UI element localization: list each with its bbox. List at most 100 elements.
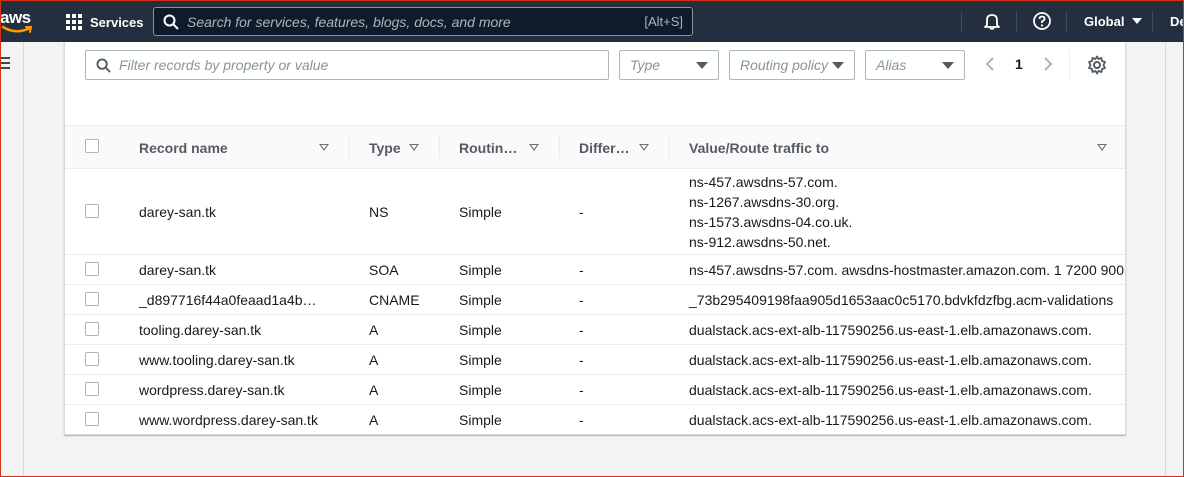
- row-checkbox[interactable]: [85, 352, 99, 366]
- differentiator-cell: -: [579, 204, 584, 220]
- routing-policy-cell: Simple: [459, 292, 502, 308]
- left-rail-divider: [23, 42, 24, 477]
- value-cell: ns-457.awsdns-57.com. awsdns-hostmaster.…: [689, 262, 1125, 278]
- nav-divider: [961, 12, 962, 32]
- routing-policy-filter-select[interactable]: Routing policy: [729, 50, 855, 80]
- search-icon: [163, 14, 179, 30]
- value-cell: ns-457.awsdns-57.com. ns-1267.awsdns-30.…: [689, 172, 852, 252]
- value-cell: dualstack.acs-ext-alb-117590256.us-east-…: [689, 322, 1092, 338]
- nav-divider: [1016, 12, 1017, 32]
- record-name-cell: darey-san.tk: [139, 262, 217, 278]
- sort-icon[interactable]: [639, 144, 649, 151]
- column-divider: [559, 136, 560, 159]
- services-label: Services: [90, 14, 144, 30]
- column-header-type[interactable]: Type: [369, 126, 401, 169]
- table-row[interactable]: _d897716f44a0feaad1a4b… CNAME Simple - _…: [65, 285, 1125, 315]
- sort-icon[interactable]: [529, 144, 539, 151]
- differentiator-cell: -: [579, 322, 584, 338]
- table-row[interactable]: darey-san.tk SOA Simple - ns-457.awsdns-…: [65, 255, 1125, 285]
- help-icon[interactable]: [1032, 11, 1052, 31]
- column-label: Routin…: [459, 139, 518, 156]
- pagination-divider: [1069, 50, 1070, 80]
- right-rail-divider: [1165, 42, 1166, 477]
- value-cell: dualstack.acs-ext-alb-117590256.us-east-…: [689, 352, 1092, 368]
- bell-icon[interactable]: [982, 11, 1002, 31]
- column-header-value[interactable]: Value/Route traffic to: [689, 126, 829, 169]
- table-row[interactable]: wordpress.darey-san.tk A Simple - dualst…: [65, 375, 1125, 405]
- type-filter-select[interactable]: Type: [619, 50, 719, 80]
- value-cell: dualstack.acs-ext-alb-117590256.us-east-…: [689, 382, 1092, 398]
- records-table-header: Record name Type Routin… Differ… Value/R…: [65, 125, 1125, 169]
- caret-down-icon: [832, 61, 844, 69]
- column-header-record-name[interactable]: Record name: [139, 126, 228, 169]
- row-checkbox[interactable]: [85, 292, 99, 306]
- table-row[interactable]: darey-san.tk NS Simple - ns-457.awsdns-5…: [65, 169, 1125, 255]
- column-header-differentiator[interactable]: Differ…: [579, 126, 630, 169]
- row-checkbox[interactable]: [85, 204, 99, 218]
- record-type-cell: NS: [369, 204, 389, 220]
- alias-filter-select[interactable]: Alias: [865, 50, 965, 80]
- routing-filter-placeholder: Routing policy: [740, 57, 828, 73]
- row-checkbox[interactable]: [85, 322, 99, 336]
- value-cell: dualstack.acs-ext-alb-117590256.us-east-…: [689, 412, 1092, 428]
- grid-icon: [66, 14, 82, 30]
- differentiator-cell: -: [579, 382, 584, 398]
- nav-divider: [1152, 12, 1153, 32]
- record-type-cell: CNAME: [369, 292, 420, 308]
- caret-down-icon: [942, 61, 954, 69]
- record-type-cell: A: [369, 352, 379, 368]
- record-type-cell: A: [369, 412, 379, 428]
- value-cell: _73b295409198faa905d1653aac0c5170.bdvkfd…: [689, 292, 1114, 308]
- search-icon: [96, 57, 111, 73]
- sort-icon[interactable]: [1097, 144, 1107, 151]
- value-line: ns-912.awsdns-50.net.: [689, 234, 831, 250]
- record-type-cell: A: [369, 322, 379, 338]
- record-name-cell: tooling.darey-san.tk: [139, 322, 262, 338]
- caret-down-icon: [1132, 18, 1143, 24]
- column-divider: [439, 136, 440, 159]
- select-all-checkbox[interactable]: [85, 139, 99, 153]
- sort-icon[interactable]: [409, 144, 419, 151]
- value-line: ns-457.awsdns-57.com.: [689, 174, 838, 190]
- table-row[interactable]: www.tooling.darey-san.tk A Simple - dual…: [65, 345, 1125, 375]
- pagination: 1: [985, 56, 1053, 72]
- record-name-cell: www.tooling.darey-san.tk: [139, 352, 295, 368]
- aws-logo[interactable]: aws: [0, 6, 36, 36]
- chevron-left-icon[interactable]: [985, 56, 995, 72]
- record-name-cell: darey-san.tk: [139, 204, 217, 220]
- caret-down-icon: [696, 61, 708, 69]
- column-divider: [349, 136, 350, 159]
- filter-records-input[interactable]: Filter records by property or value: [85, 50, 609, 80]
- routing-policy-cell: Simple: [459, 204, 502, 220]
- gear-icon[interactable]: [1087, 55, 1107, 75]
- sort-icon[interactable]: [319, 144, 329, 151]
- record-type-cell: A: [369, 382, 379, 398]
- chevron-right-icon[interactable]: [1043, 56, 1053, 72]
- global-search-input[interactable]: Search for services, features, blogs, do…: [153, 7, 693, 36]
- column-label: Type: [369, 139, 401, 156]
- column-label: Value/Route traffic to: [689, 139, 830, 156]
- services-menu-button[interactable]: Services: [66, 12, 144, 32]
- top-navigation: aws Services Search for services, featur…: [0, 0, 1184, 42]
- differentiator-cell: -: [579, 412, 584, 428]
- table-row[interactable]: www.wordpress.darey-san.tk A Simple - du…: [65, 405, 1125, 434]
- row-checkbox[interactable]: [85, 382, 99, 396]
- routing-policy-cell: Simple: [459, 412, 502, 428]
- search-placeholder: Search for services, features, blogs, do…: [187, 13, 511, 30]
- column-label: Record name: [139, 139, 228, 156]
- row-checkbox[interactable]: [85, 412, 99, 426]
- account-menu[interactable]: De: [1170, 14, 1184, 29]
- routing-policy-cell: Simple: [459, 352, 502, 368]
- region-selector[interactable]: Global: [1084, 14, 1143, 29]
- current-page-number[interactable]: 1: [1015, 56, 1023, 72]
- row-checkbox[interactable]: [85, 262, 99, 276]
- hamburger-menu-icon[interactable]: [0, 57, 12, 72]
- table-row[interactable]: tooling.darey-san.tk A Simple - dualstac…: [65, 315, 1125, 345]
- routing-policy-cell: Simple: [459, 382, 502, 398]
- column-label: Differ…: [579, 139, 630, 156]
- record-name-cell: www.wordpress.darey-san.tk: [139, 412, 318, 428]
- nav-divider: [1066, 12, 1067, 32]
- record-type-cell: SOA: [369, 262, 399, 278]
- column-header-routing-policy[interactable]: Routin…: [459, 126, 517, 169]
- routing-policy-cell: Simple: [459, 262, 502, 278]
